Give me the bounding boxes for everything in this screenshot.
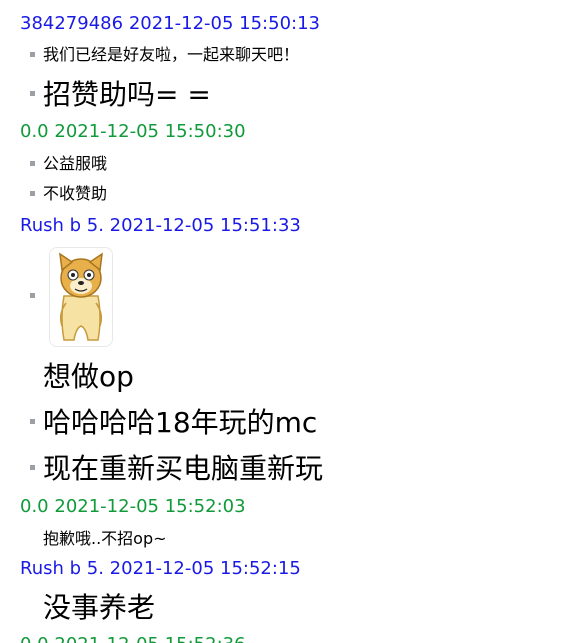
message-header: 0.0 2021-12-05 15:52:03 — [20, 496, 246, 518]
message-time: 2021-12-05 15:52:03 — [54, 496, 246, 517]
doge-sticker-icon[interactable] — [49, 247, 113, 347]
sender-name: 384279486 — [20, 13, 124, 34]
message-text: 不收赞助 — [43, 184, 108, 203]
message-text: 抱歉哦..不招op~ — [43, 529, 167, 548]
message-time: 2021-12-05 15:52:36 — [54, 634, 245, 643]
sender-name: 0.0 — [20, 496, 49, 517]
sender-name: Rush b 5. — [20, 558, 104, 579]
sender-name: Rush b 5. — [20, 215, 104, 236]
message-text: 现在重新买电脑重新玩 — [43, 452, 324, 485]
chat-log: 384279486 2021-12-05 15:50:13 我们已经是好友啦，一… — [0, 0, 586, 643]
sender-name: 0.0 — [20, 634, 49, 643]
message-text: 没事养老 — [43, 591, 156, 624]
message-header: Rush b 5. 2021-12-05 15:51:33 — [20, 215, 301, 237]
message-text: 我们已经是好友啦，一起来聊天吧！ — [43, 45, 300, 64]
message-header: 0.0 2021-12-05 15:50:30 — [20, 121, 246, 143]
message-header: 384279486 2021-12-05 15:50:13 — [20, 13, 320, 35]
message-time: 2021-12-05 15:52:15 — [109, 558, 301, 579]
message-header: 0.0 2021-12-05 15:52:36 — [20, 634, 246, 643]
bullet-icon — [30, 91, 35, 96]
message-time: 2021-12-05 15:50:13 — [128, 13, 320, 34]
message-text: 哈哈哈哈18年玩的mc — [43, 406, 318, 439]
message-text: 招赞助吗= = — [43, 78, 211, 111]
bullet-icon — [30, 465, 35, 470]
message-text: 想做op — [43, 360, 134, 393]
bullet-icon — [30, 191, 35, 196]
bullet-icon — [30, 52, 35, 57]
bullet-icon — [30, 419, 35, 424]
message-text: 公益服哦 — [43, 154, 108, 173]
message-time: 2021-12-05 15:50:30 — [54, 121, 246, 142]
bullet-icon — [30, 293, 35, 298]
message-header: Rush b 5. 2021-12-05 15:52:15 — [20, 558, 301, 580]
message-time: 2021-12-05 15:51:33 — [109, 215, 301, 236]
sender-name: 0.0 — [20, 121, 49, 142]
bullet-icon — [30, 161, 35, 166]
